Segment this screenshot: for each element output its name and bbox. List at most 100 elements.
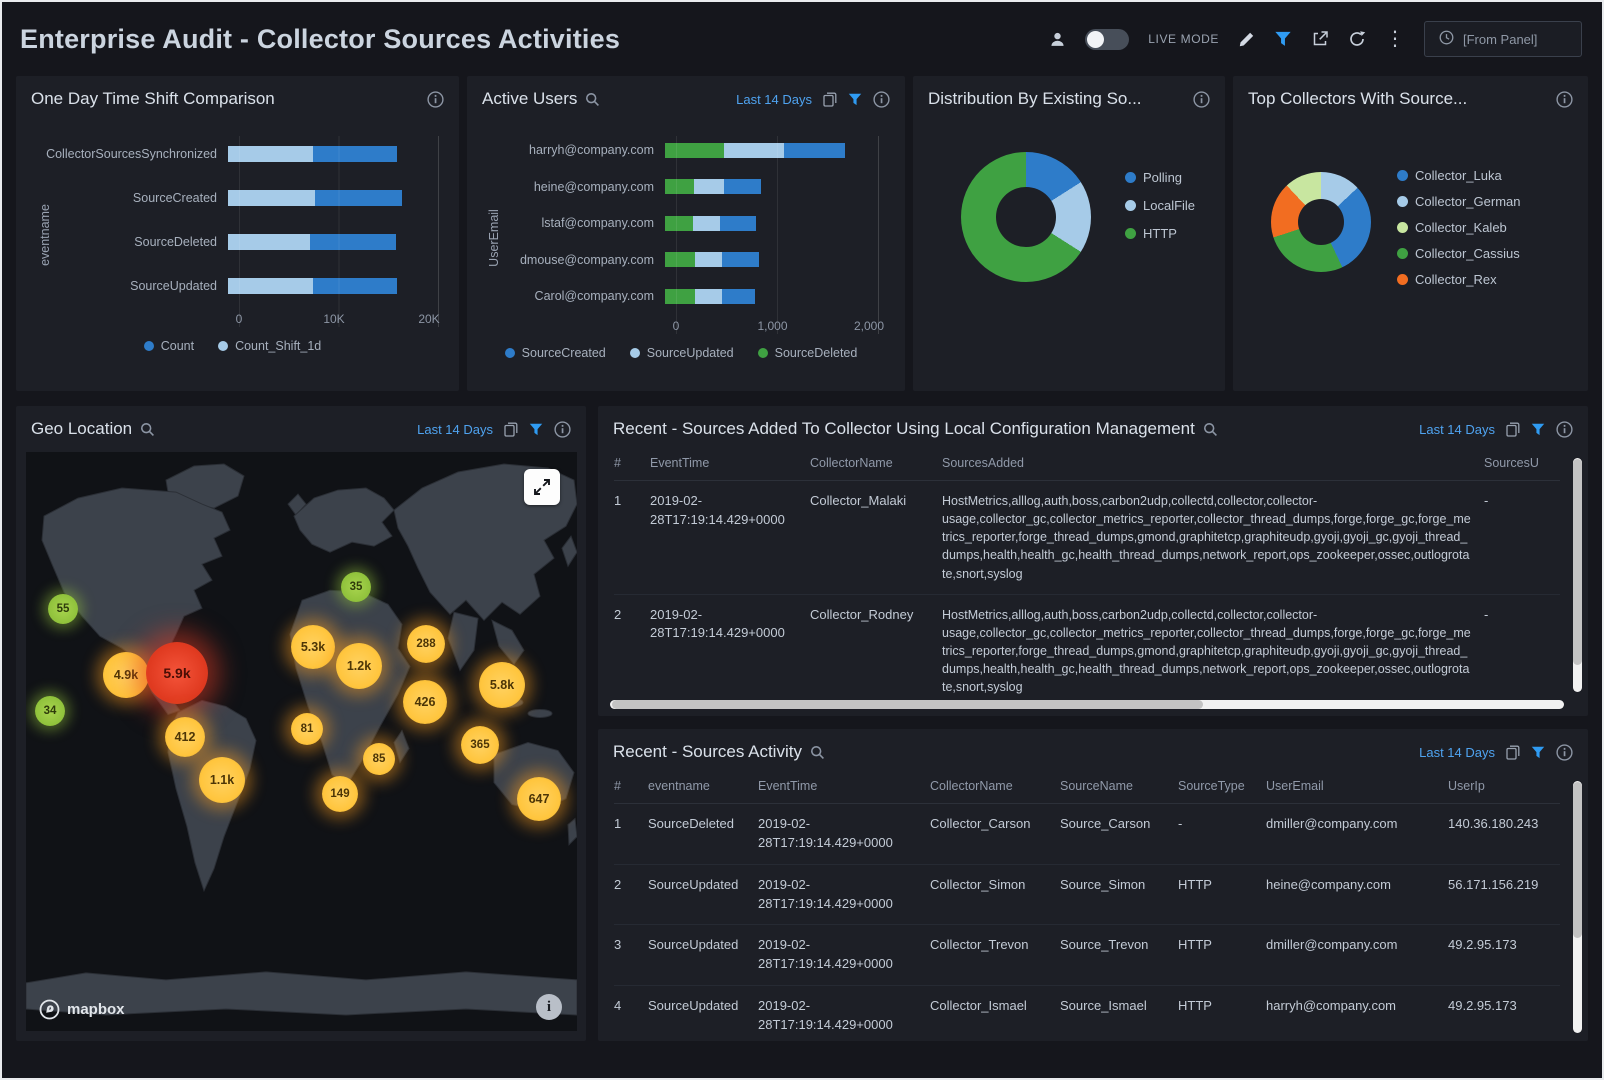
distribution-donut[interactable] bbox=[961, 152, 1091, 282]
table-row[interactable]: 3SourceUpdated2019-02-28T17:19:14.429+00… bbox=[614, 925, 1560, 986]
legend-item[interactable]: LocalFile bbox=[1125, 198, 1195, 213]
map-cluster-bubble[interactable]: 85 bbox=[363, 743, 395, 775]
kebab-menu-icon[interactable]: ⋮ bbox=[1385, 29, 1405, 49]
bar-segment[interactable] bbox=[665, 179, 694, 194]
map-cluster-bubble[interactable]: 34 bbox=[35, 696, 65, 726]
share-icon[interactable] bbox=[1311, 30, 1329, 48]
filter-funnel-icon[interactable] bbox=[1274, 31, 1292, 47]
bar-segment[interactable] bbox=[665, 252, 695, 267]
map-cluster-bubble[interactable]: 412 bbox=[165, 717, 205, 757]
copy-icon[interactable] bbox=[1506, 422, 1520, 437]
bar-segment[interactable] bbox=[228, 190, 315, 206]
legend-item[interactable]: SourceDeleted bbox=[758, 346, 858, 360]
map-cluster-bubble[interactable]: 1.2k bbox=[336, 643, 382, 689]
user-icon[interactable] bbox=[1049, 31, 1066, 48]
bar-segment[interactable] bbox=[228, 234, 310, 250]
bar-segment[interactable] bbox=[310, 234, 395, 250]
bar-segment[interactable] bbox=[665, 143, 724, 158]
time-range-label[interactable]: Last 14 Days bbox=[1419, 745, 1495, 760]
map-cluster-bubble[interactable]: 5.3k bbox=[291, 625, 335, 669]
bar-segment[interactable] bbox=[724, 143, 784, 158]
legend-item[interactable]: HTTP bbox=[1125, 226, 1195, 241]
bar-segment[interactable] bbox=[315, 190, 403, 206]
column-header[interactable]: SourceType bbox=[1178, 775, 1266, 804]
scrollbar-thumb[interactable] bbox=[612, 700, 1203, 709]
map-cluster-bubble[interactable]: 365 bbox=[461, 726, 499, 764]
filter-funnel-icon[interactable] bbox=[848, 93, 862, 106]
filter-funnel-icon[interactable] bbox=[1531, 423, 1545, 436]
filter-funnel-icon[interactable] bbox=[529, 423, 543, 436]
legend-item[interactable]: Count bbox=[144, 339, 194, 353]
column-header[interactable]: EventTime bbox=[650, 452, 810, 481]
legend-item[interactable]: SourceUpdated bbox=[630, 346, 734, 360]
magnifier-icon[interactable] bbox=[1203, 422, 1218, 437]
bar-segment[interactable] bbox=[724, 179, 761, 194]
legend-item[interactable]: Collector_Rex bbox=[1397, 272, 1521, 287]
bar-segment[interactable] bbox=[722, 252, 759, 267]
time-range-label[interactable]: Last 14 Days bbox=[1419, 422, 1495, 437]
table-row[interactable]: 22019-02-28T17:19:14.429+0000Collector_R… bbox=[614, 594, 1560, 708]
magnifier-icon[interactable] bbox=[585, 92, 600, 107]
bar-segment[interactable] bbox=[722, 289, 755, 304]
table-row[interactable]: 1SourceDeleted2019-02-28T17:19:14.429+00… bbox=[614, 804, 1560, 865]
bar-segment[interactable] bbox=[665, 289, 695, 304]
bar-segment[interactable] bbox=[665, 216, 693, 231]
bar-segment[interactable] bbox=[784, 143, 845, 158]
column-header[interactable]: SourcesU bbox=[1484, 452, 1560, 481]
legend-item[interactable]: Collector_Luka bbox=[1397, 168, 1521, 183]
map-cluster-bubble[interactable]: 4.9k bbox=[103, 652, 149, 698]
table-row[interactable]: 12019-02-28T17:19:14.429+0000Collector_M… bbox=[614, 481, 1560, 595]
topcollectors-donut[interactable] bbox=[1271, 172, 1371, 272]
bar-segment[interactable] bbox=[313, 278, 397, 294]
map-info-icon[interactable]: i bbox=[536, 994, 562, 1020]
column-header[interactable]: SourceName bbox=[1060, 775, 1178, 804]
column-header[interactable]: # bbox=[614, 452, 650, 481]
scrollbar-thumb[interactable] bbox=[1573, 459, 1582, 665]
copy-icon[interactable] bbox=[823, 92, 837, 107]
map-cluster-bubble[interactable]: 5.9k bbox=[146, 642, 208, 704]
info-icon[interactable] bbox=[1193, 91, 1210, 108]
bar-segment[interactable] bbox=[228, 146, 313, 162]
edit-pencil-icon[interactable] bbox=[1238, 31, 1255, 48]
info-icon[interactable] bbox=[554, 421, 571, 438]
map-cluster-bubble[interactable]: 5.8k bbox=[479, 662, 525, 708]
column-header[interactable]: CollectorName bbox=[930, 775, 1060, 804]
legend-item[interactable]: SourceCreated bbox=[505, 346, 606, 360]
map-cluster-bubble[interactable]: 1.1k bbox=[199, 757, 245, 803]
map-cluster-bubble[interactable]: 149 bbox=[322, 776, 358, 812]
filter-funnel-icon[interactable] bbox=[1531, 746, 1545, 759]
info-icon[interactable] bbox=[1556, 744, 1573, 761]
time-range-label[interactable]: Last 14 Days bbox=[417, 422, 493, 437]
legend-item[interactable]: Count_Shift_1d bbox=[218, 339, 321, 353]
map-cluster-bubble[interactable]: 35 bbox=[341, 572, 371, 602]
legend-item[interactable]: Polling bbox=[1125, 170, 1195, 185]
magnifier-icon[interactable] bbox=[140, 422, 155, 437]
map-cluster-bubble[interactable]: 426 bbox=[403, 680, 447, 724]
bar-segment[interactable] bbox=[693, 216, 720, 231]
info-icon[interactable] bbox=[1556, 421, 1573, 438]
copy-icon[interactable] bbox=[1506, 745, 1520, 760]
scrollbar-thumb[interactable] bbox=[1573, 782, 1582, 938]
magnifier-icon[interactable] bbox=[810, 745, 825, 760]
column-header[interactable]: # bbox=[614, 775, 648, 804]
from-panel-box[interactable]: [From Panel] bbox=[1424, 21, 1582, 57]
live-mode-toggle[interactable] bbox=[1085, 29, 1129, 50]
bar-segment[interactable] bbox=[695, 252, 722, 267]
column-header[interactable]: SourcesAdded bbox=[942, 452, 1484, 481]
bar-segment[interactable] bbox=[313, 146, 396, 162]
info-icon[interactable] bbox=[1556, 91, 1573, 108]
map-cluster-bubble[interactable]: 81 bbox=[291, 713, 323, 745]
table-row[interactable]: 2SourceUpdated2019-02-28T17:19:14.429+00… bbox=[614, 864, 1560, 925]
column-header[interactable]: UserEmail bbox=[1266, 775, 1448, 804]
map-cluster-bubble[interactable]: 288 bbox=[407, 625, 445, 663]
legend-item[interactable]: Collector_Cassius bbox=[1397, 246, 1521, 261]
bar-segment[interactable] bbox=[694, 179, 724, 194]
bar-segment[interactable] bbox=[228, 278, 313, 294]
info-icon[interactable] bbox=[873, 91, 890, 108]
column-header[interactable]: UserIp bbox=[1448, 775, 1560, 804]
bar-segment[interactable] bbox=[720, 216, 756, 231]
column-header[interactable]: eventname bbox=[648, 775, 758, 804]
map-cluster-bubble[interactable]: 647 bbox=[517, 777, 561, 821]
bar-segment[interactable] bbox=[695, 289, 722, 304]
copy-icon[interactable] bbox=[504, 422, 518, 437]
